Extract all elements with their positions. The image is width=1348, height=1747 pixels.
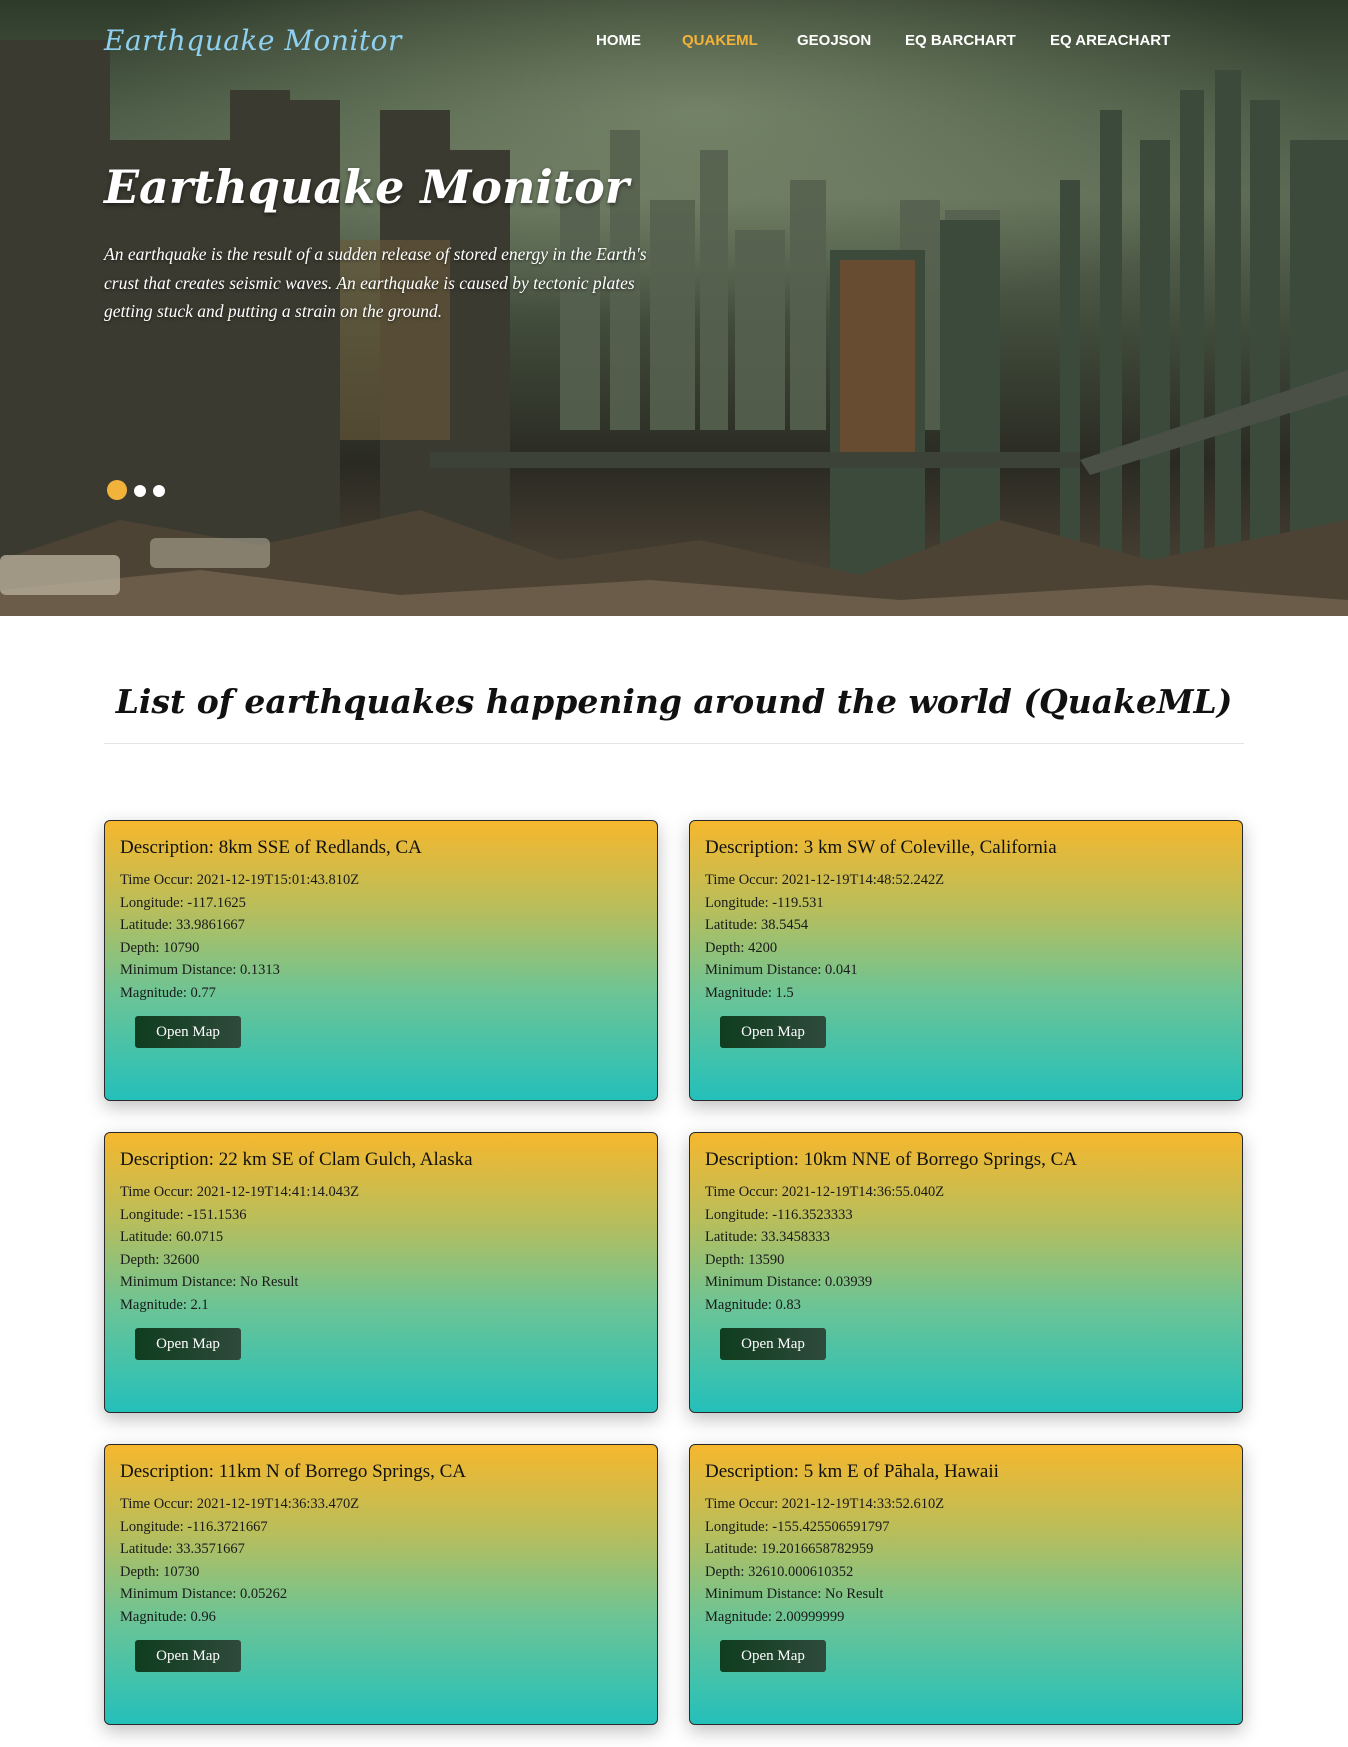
card-depth: Depth: 13590 [705, 1251, 785, 1268]
nav-geojson[interactable]: GEOJSON [797, 32, 871, 49]
open-map-button[interactable]: Open Map [720, 1016, 826, 1048]
carousel-dot-1[interactable] [107, 480, 127, 500]
card-magnitude: Magnitude: 1.5 [705, 984, 794, 1001]
card-latitude: Latitude: 33.3571667 [120, 1541, 245, 1557]
card-min-distance: Minimum Distance: 0.05262 [120, 1586, 288, 1602]
card-magnitude: Magnitude: 0.83 [705, 1296, 801, 1313]
card-time: Time Occur: 2021-12-19T14:36:33.470Z [120, 1496, 360, 1512]
card-depth: Depth: 10730 [120, 1563, 200, 1580]
earthquake-card: Description: 22 km SE of Clam Gulch, Ala… [104, 1132, 658, 1413]
card-latitude: Latitude: 19.2016658782959 [705, 1541, 874, 1557]
card-longitude: Longitude: -117.1625 [120, 894, 246, 911]
card-magnitude: Magnitude: 2.1 [120, 1296, 209, 1313]
card-time: Time Occur: 2021-12-19T15:01:43.810Z [120, 872, 360, 888]
card-longitude: Longitude: -155.425506591797 [705, 1518, 890, 1535]
earthquake-card: Description: 8km SSE of Redlands, CA Tim… [104, 820, 658, 1101]
card-latitude: Latitude: 38.5454 [705, 917, 809, 933]
card-min-distance: Minimum Distance: 0.041 [705, 962, 858, 978]
card-longitude: Longitude: -151.1536 [120, 1206, 247, 1223]
card-min-distance: Minimum Distance: 0.03939 [705, 1274, 873, 1290]
card-description: Description: 5 km E of Pāhala, Hawaii [705, 1461, 999, 1482]
card-time: Time Occur: 2021-12-19T14:33:52.610Z [705, 1496, 945, 1512]
card-depth: Depth: 10790 [120, 939, 200, 956]
card-min-distance: Minimum Distance: No Result [705, 1586, 884, 1602]
nav-quakeml[interactable]: QUAKEML [682, 32, 758, 49]
hero-title: Earthquake Monitor [104, 160, 630, 214]
card-magnitude: Magnitude: 0.96 [120, 1608, 216, 1625]
earthquake-card: Description: 10km NNE of Borrego Springs… [689, 1132, 1243, 1413]
card-time: Time Occur: 2021-12-19T14:41:14.043Z [120, 1184, 360, 1200]
card-description: Description: 8km SSE of Redlands, CA [120, 837, 422, 858]
card-longitude: Longitude: -119.531 [705, 894, 824, 911]
earthquake-card: Description: 5 km E of Pāhala, Hawaii Ti… [689, 1444, 1243, 1725]
nav-eq-areachart[interactable]: EQ AREACHART [1050, 32, 1170, 49]
card-description: Description: 22 km SE of Clam Gulch, Ala… [120, 1149, 473, 1170]
earthquake-card: Description: 3 km SW of Coleville, Calif… [689, 820, 1243, 1101]
nav-eq-barchart[interactable]: EQ BARCHART [905, 32, 1016, 49]
card-longitude: Longitude: -116.3721667 [120, 1518, 268, 1535]
main-nav: HOME QUAKEML GEOJSON EQ BARCHART EQ AREA… [0, 32, 1348, 54]
card-min-distance: Minimum Distance: No Result [120, 1274, 299, 1290]
card-depth: Depth: 32610.000610352 [705, 1563, 854, 1580]
carousel-dot-2[interactable] [134, 485, 146, 497]
section-divider [104, 743, 1244, 744]
hero-description: An earthquake is the result of a sudden … [104, 244, 647, 321]
open-map-button[interactable]: Open Map [135, 1328, 241, 1360]
open-map-button[interactable]: Open Map [720, 1328, 826, 1360]
open-map-button[interactable]: Open Map [135, 1016, 241, 1048]
card-min-distance: Minimum Distance: 0.1313 [120, 962, 280, 978]
card-latitude: Latitude: 33.3458333 [705, 1229, 830, 1245]
card-description: Description: 3 km SW of Coleville, Calif… [705, 837, 1057, 858]
card-latitude: Latitude: 33.9861667 [120, 917, 245, 933]
open-map-button[interactable]: Open Map [720, 1640, 826, 1672]
earthquake-card: Description: 11km N of Borrego Springs, … [104, 1444, 658, 1725]
hero-banner: Earthquake Monitor HOME QUAKEML GEOJSON … [0, 0, 1348, 616]
card-magnitude: Magnitude: 0.77 [120, 984, 216, 1001]
section-title: List of earthquakes happening around the… [115, 682, 1233, 721]
card-magnitude: Magnitude: 2.00999999 [705, 1608, 845, 1625]
card-description: Description: 10km NNE of Borrego Springs… [705, 1149, 1078, 1170]
card-longitude: Longitude: -116.3523333 [705, 1206, 853, 1223]
card-time: Time Occur: 2021-12-19T14:36:55.040Z [705, 1184, 945, 1200]
card-time: Time Occur: 2021-12-19T14:48:52.242Z [705, 872, 945, 888]
carousel-dot-3[interactable] [153, 485, 165, 497]
card-latitude: Latitude: 60.0715 [120, 1229, 224, 1245]
card-description: Description: 11km N of Borrego Springs, … [120, 1461, 467, 1482]
card-depth: Depth: 32600 [120, 1251, 200, 1268]
card-depth: Depth: 4200 [705, 939, 778, 956]
open-map-button[interactable]: Open Map [135, 1640, 241, 1672]
nav-home[interactable]: HOME [596, 32, 641, 49]
